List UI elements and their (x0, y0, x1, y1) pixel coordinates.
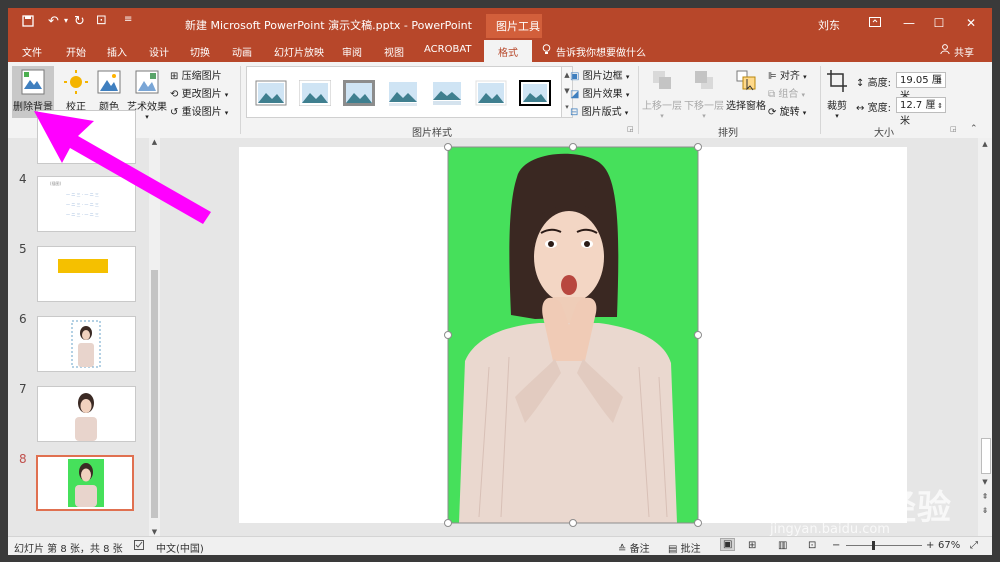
slide-show-icon[interactable]: ⊡ (808, 540, 816, 551)
zoom-slider-thumb[interactable] (872, 541, 875, 550)
reading-view-icon[interactable]: ▥ (778, 540, 787, 551)
comments-label: 批注 (680, 544, 701, 555)
normal-view-icon[interactable]: ▣ (720, 538, 736, 551)
watermark-url: jingyan.baidu.com (770, 522, 890, 537)
notes-button[interactable]: ≙ 备注 (618, 540, 650, 555)
zoom-in-icon[interactable]: + (926, 540, 934, 551)
zoom-level[interactable]: 67% (938, 540, 960, 551)
zoom-slider[interactable] (846, 541, 922, 550)
notes-label: 备注 (629, 544, 650, 555)
baidu-watermark: Baidu经验 jingyan.baidu.com (768, 454, 978, 544)
language-status[interactable]: 中文(中国) (156, 540, 204, 555)
comments-button[interactable]: ▤ 批注 (668, 540, 701, 555)
spell-check-icon[interactable] (134, 540, 144, 553)
status-bar: 幻灯片 第 8 张，共 8 张 中文(中国) ≙ 备注 ▤ 批注 ▣ ⊞ ▥ ⊡… (8, 536, 992, 555)
comments-icon: ▤ (668, 544, 678, 555)
slide-count-status: 幻灯片 第 8 张，共 8 张 (14, 544, 123, 555)
zoom-out-icon[interactable]: − (832, 540, 840, 551)
fit-to-window-icon[interactable]: ⤢ (970, 540, 978, 551)
notes-icon: ≙ (618, 544, 627, 555)
slide-sorter-icon[interactable]: ⊞ (748, 540, 756, 551)
